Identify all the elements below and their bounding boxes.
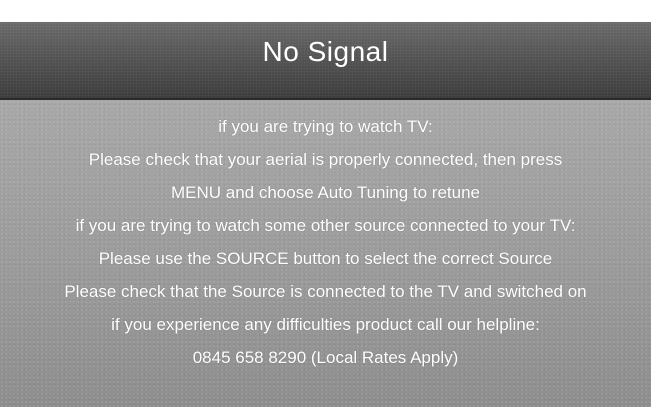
message-line-check-aerial: Please check that your aerial is properl… [88, 150, 563, 169]
title-bar: No Signal [0, 22, 651, 100]
message-line-source-button: Please use the SOURCE button to select t… [98, 249, 553, 268]
dialog-title: No Signal [262, 36, 389, 67]
message-line-auto-tuning: MENU and choose Auto Tuning to retune [170, 183, 481, 202]
helpline-number: 0845 658 8290 (Local Rates Apply) [192, 348, 459, 367]
message-line-helpline: if you experience any difficulties produ… [111, 315, 540, 334]
tv-screen: No Signal if you are trying to watch TV:… [0, 0, 651, 407]
message-line-watch-tv: if you are trying to watch TV: [218, 117, 433, 136]
message-line-source-connected: Please check that the Source is connecte… [64, 282, 587, 301]
no-signal-dialog: No Signal if you are trying to watch TV:… [0, 22, 651, 407]
message-line-other-source: if you are trying to watch some other so… [75, 216, 576, 235]
message-panel: if you are trying to watch TV: Please ch… [0, 100, 651, 407]
